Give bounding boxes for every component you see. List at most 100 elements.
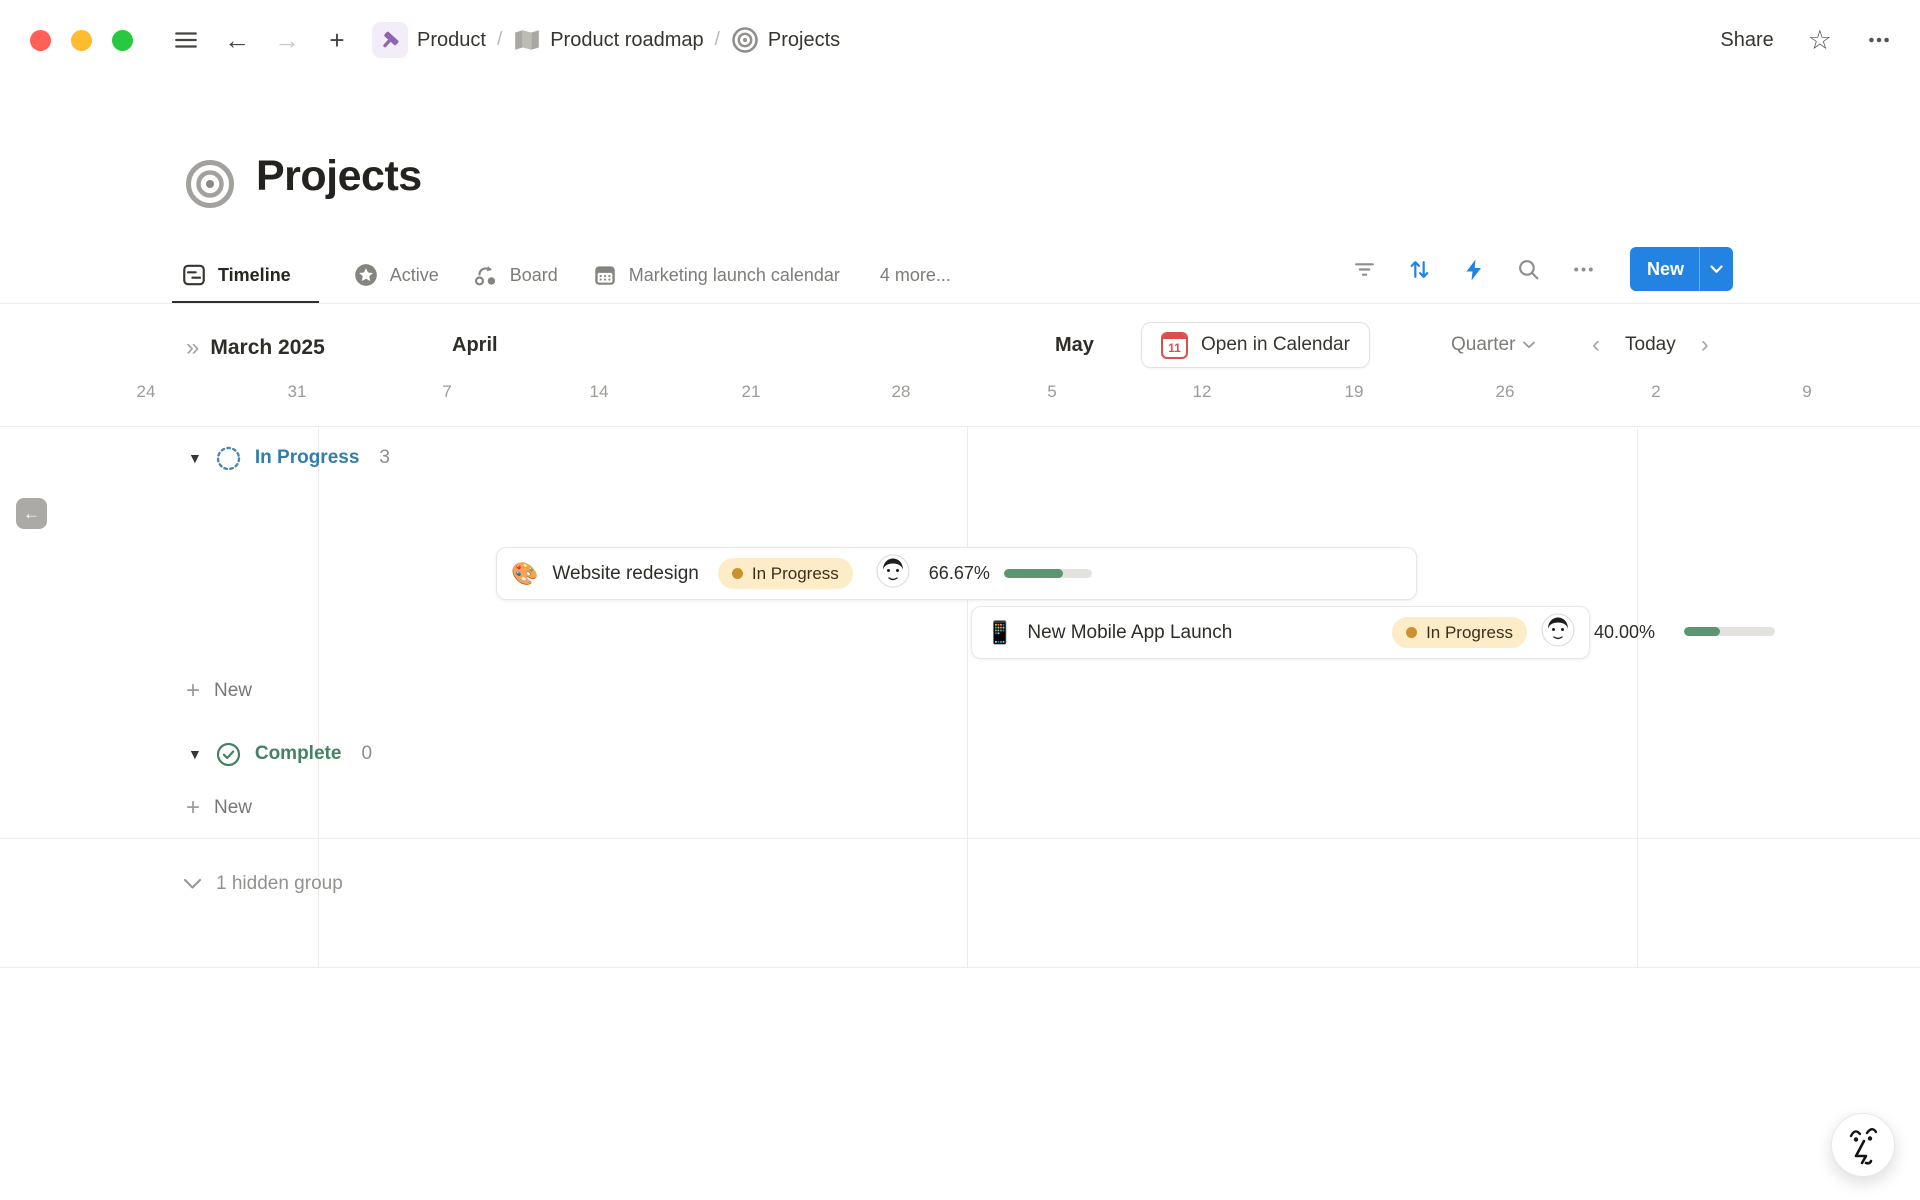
dashed-circle-status-icon bbox=[215, 445, 242, 472]
hamburger-icon bbox=[173, 27, 199, 53]
current-month-label: March 2025 bbox=[210, 336, 324, 360]
hammer-icon bbox=[372, 22, 408, 58]
axis-date: 2 bbox=[1651, 382, 1660, 402]
item-emoji: 📱 bbox=[986, 622, 1013, 644]
favorite-button[interactable]: ☆ bbox=[1808, 27, 1832, 54]
star-icon: ☆ bbox=[1808, 25, 1832, 55]
axis-date: 28 bbox=[892, 382, 911, 402]
sort-button[interactable] bbox=[1407, 257, 1432, 282]
back-arrow-icon: ← bbox=[23, 504, 40, 524]
breadcrumb-item-product[interactable]: Product bbox=[417, 29, 486, 52]
tab-board[interactable]: Board bbox=[473, 246, 558, 304]
item-emoji: 🎨 bbox=[511, 563, 538, 585]
window-titlebar: ← → + Product / bbox=[0, 0, 1920, 80]
lightning-icon bbox=[1462, 258, 1486, 282]
new-item-button[interactable]: New bbox=[1630, 247, 1699, 291]
collapse-triangle-icon[interactable]: ▼ bbox=[188, 451, 202, 465]
group-name: Complete bbox=[255, 743, 342, 765]
progress-bar bbox=[1004, 569, 1092, 578]
new-page-button[interactable]: + bbox=[318, 21, 356, 59]
timeline-view-icon bbox=[181, 262, 207, 288]
collapse-triangle-icon[interactable]: ▼ bbox=[188, 747, 202, 761]
view-tabs: Timeline Active Board bbox=[181, 246, 951, 304]
next-period-button[interactable]: › bbox=[1701, 333, 1709, 357]
tab-marketing-launch-calendar[interactable]: Marketing launch calendar bbox=[592, 246, 840, 304]
zoom-window-button[interactable] bbox=[112, 30, 133, 51]
search-button[interactable] bbox=[1516, 257, 1541, 282]
automations-button[interactable] bbox=[1462, 258, 1486, 282]
timeline-header-divider bbox=[0, 426, 1920, 427]
chevron-down-icon bbox=[1710, 265, 1723, 274]
calendar-day-number: 11 bbox=[1163, 339, 1186, 357]
page-title[interactable]: Projects bbox=[256, 152, 422, 201]
tab-timeline[interactable]: Timeline bbox=[172, 246, 319, 304]
group-header-complete[interactable]: ▼ Complete 0 bbox=[188, 736, 372, 772]
target-icon bbox=[184, 158, 236, 210]
scroll-to-offscreen-item-button[interactable]: ← bbox=[16, 498, 47, 529]
filter-button[interactable] bbox=[1352, 257, 1377, 282]
breadcrumb-separator: / bbox=[704, 29, 731, 51]
assignee-avatar bbox=[876, 554, 910, 593]
axis-date: 24 bbox=[137, 382, 156, 402]
ellipsis-icon bbox=[1571, 257, 1596, 282]
timeline-month-scroller[interactable]: » March 2025 bbox=[186, 328, 325, 368]
forward-arrow-icon: → bbox=[274, 27, 300, 53]
hidden-group-toggle[interactable]: 1 hidden group bbox=[183, 866, 343, 902]
chevron-down-icon bbox=[1523, 341, 1535, 349]
axis-month-label: April bbox=[452, 334, 498, 357]
tab-label: Active bbox=[390, 265, 439, 286]
new-row-label: New bbox=[214, 680, 252, 702]
status-badge: In Progress bbox=[1392, 617, 1527, 648]
today-button[interactable]: Today bbox=[1625, 334, 1676, 356]
timeline-item-new-mobile-app-launch[interactable]: 📱 New Mobile App Launch In Progress bbox=[971, 606, 1590, 659]
sidebar-toggle-button[interactable] bbox=[167, 21, 205, 59]
axis-date: 12 bbox=[1193, 382, 1212, 402]
group-header-in-progress[interactable]: ▼ In Progress 3 bbox=[188, 440, 390, 476]
plus-icon: + bbox=[329, 27, 344, 53]
new-item-dropdown-button[interactable] bbox=[1700, 247, 1733, 291]
back-arrow-icon: ← bbox=[224, 27, 250, 53]
notion-ai-button[interactable] bbox=[1831, 1113, 1895, 1177]
axis-date: 26 bbox=[1496, 382, 1515, 402]
close-window-button[interactable] bbox=[30, 30, 51, 51]
axis-date: 31 bbox=[288, 382, 307, 402]
view-options-button[interactable] bbox=[1571, 257, 1596, 282]
group-count: 3 bbox=[379, 447, 390, 469]
axis-date: 9 bbox=[1802, 382, 1811, 402]
tab-label: Board bbox=[510, 265, 558, 286]
axis-date: 5 bbox=[1047, 382, 1056, 402]
status-label: In Progress bbox=[752, 564, 839, 584]
progress-bar-fill bbox=[1684, 627, 1720, 636]
tabs-divider bbox=[0, 303, 1920, 304]
group-count: 0 bbox=[361, 743, 372, 765]
open-in-calendar-button[interactable]: 11 Open in Calendar bbox=[1141, 322, 1370, 368]
target-icon bbox=[731, 26, 759, 54]
new-item-row-button[interactable]: + New bbox=[186, 676, 252, 706]
progress-percentage: 40.00% bbox=[1594, 622, 1655, 643]
breadcrumb-item-product-roadmap[interactable]: Product roadmap bbox=[550, 29, 703, 52]
tab-label: Marketing launch calendar bbox=[629, 265, 840, 286]
status-badge: In Progress bbox=[718, 558, 853, 589]
plus-icon: + bbox=[186, 796, 200, 820]
new-item-row-button[interactable]: + New bbox=[186, 793, 252, 823]
minimize-window-button[interactable] bbox=[71, 30, 92, 51]
breadcrumb-item-projects[interactable]: Projects bbox=[768, 29, 840, 52]
timeline-zoom-select[interactable]: Quarter bbox=[1451, 322, 1535, 368]
share-button[interactable]: Share bbox=[1720, 29, 1773, 52]
progress-bar bbox=[1684, 627, 1775, 636]
forward-button[interactable]: → bbox=[268, 21, 306, 59]
notion-window: ← → + Product / bbox=[0, 0, 1920, 1200]
tab-active[interactable]: Active bbox=[353, 246, 439, 304]
today-navigation: ‹ Today › bbox=[1592, 322, 1709, 368]
month-gridline bbox=[1637, 426, 1638, 967]
timeline-item-website-redesign[interactable]: 🎨 Website redesign In Progress 66.67% bbox=[496, 547, 1417, 600]
previous-period-button[interactable]: ‹ bbox=[1592, 333, 1600, 357]
back-button[interactable]: ← bbox=[218, 21, 256, 59]
more-views-button[interactable]: 4 more... bbox=[880, 246, 951, 304]
item-title: New Mobile App Launch bbox=[1027, 622, 1378, 644]
more-options-button[interactable] bbox=[1866, 27, 1892, 53]
assignee-avatar bbox=[1541, 613, 1575, 652]
filter-icon bbox=[1352, 257, 1377, 282]
page-icon-target[interactable] bbox=[184, 158, 236, 215]
tab-label: Timeline bbox=[218, 265, 291, 286]
